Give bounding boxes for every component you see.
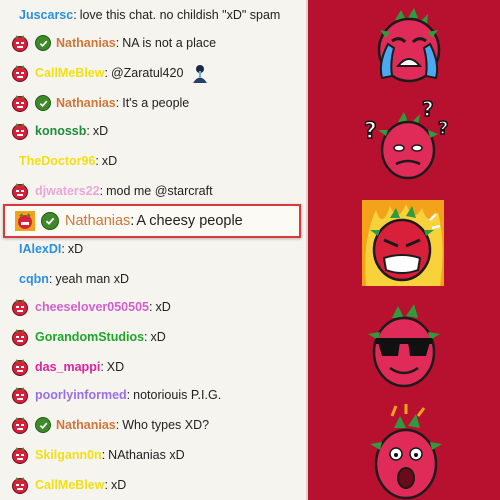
chat-message-text: love this chat. no childish "xD" spam	[79, 8, 281, 22]
angry-dragonfruit-emote[interactable]	[362, 200, 444, 286]
username-separator: :	[73, 8, 77, 22]
chat-message[interactable]: TheDoctor96: xD	[0, 146, 306, 176]
user-avatar-icon	[12, 299, 28, 316]
username-separator: :	[144, 330, 148, 344]
chat-username[interactable]: konossb	[35, 124, 86, 138]
username-separator: :	[99, 184, 104, 198]
chat-message[interactable]: Nathanias: NA is not a place	[0, 28, 306, 58]
chat-message[interactable]: cqbn: yeah man xD	[0, 264, 306, 294]
username-separator: :	[101, 448, 106, 462]
moderator-badge-icon	[41, 212, 59, 230]
user-avatar-icon	[15, 211, 35, 231]
user-avatar-icon	[12, 123, 28, 140]
chat-message[interactable]: Juscarsc: love this chat. no childish "xD…	[0, 0, 306, 30]
chat-panel: Juscarsc: love this chat. no childish "xD…	[0, 0, 306, 500]
chat-message-text: Who types XD?	[122, 418, 210, 432]
user-avatar-icon	[12, 359, 28, 376]
chat-username[interactable]: das_mappi	[35, 360, 100, 374]
chat-username[interactable]: cheeselover050505	[35, 300, 149, 314]
chat-message[interactable]: das_mappi: XD	[0, 352, 306, 382]
chat-message-text: xD	[67, 242, 84, 256]
chat-username[interactable]: Nathanias	[56, 96, 116, 110]
chat-message[interactable]: Nathanias: It's a people	[0, 88, 306, 118]
username-separator: :	[95, 154, 99, 168]
username-separator: :	[126, 388, 131, 402]
confused-dragonfruit-emote[interactable]: ? ? ?	[358, 98, 458, 190]
chat-message[interactable]: poorlyinformed: notoriouis P.I.G.	[0, 380, 306, 410]
user-avatar-icon	[12, 417, 28, 434]
chat-username[interactable]: CallMeBlew	[35, 66, 104, 80]
chat-username[interactable]: djwaters22	[35, 184, 100, 198]
chat-username[interactable]: Juscarsc	[19, 8, 73, 22]
chat-message[interactable]: Skilgann0n: NAthanias xD	[0, 440, 306, 470]
moderator-badge-icon	[35, 417, 51, 433]
username-separator: :	[104, 478, 108, 492]
user-avatar-icon	[12, 447, 28, 464]
user-avatar-icon	[12, 183, 28, 200]
chat-message-text: notoriouis P.I.G.	[133, 388, 222, 402]
chat-message[interactable]: cheeselover050505: xD	[0, 292, 306, 322]
chat-username[interactable]: Skilgann0n	[35, 448, 102, 462]
chat-username[interactable]: Nathanias	[56, 418, 116, 432]
svg-text:?: ?	[422, 98, 434, 121]
chat-username[interactable]: CallMeBlew	[35, 478, 104, 492]
chat-message-text: xD	[155, 300, 171, 314]
chat-message-text: @Zaratul420	[110, 66, 184, 80]
chat-username[interactable]: Nathanias	[56, 36, 116, 50]
chat-emote-icon	[193, 65, 208, 83]
chat-message-text: xD	[150, 330, 166, 344]
username-separator: :	[86, 124, 90, 138]
chat-message[interactable]: GorandomStudios: xD	[0, 322, 306, 352]
sunglasses-dragonfruit-emote[interactable]	[364, 300, 444, 394]
chat-username[interactable]: poorlyinformed	[35, 388, 127, 402]
user-avatar-icon	[12, 329, 28, 346]
username-separator: :	[100, 360, 104, 374]
chat-message[interactable]: konossb: xD	[0, 116, 306, 146]
shocked-dragonfruit-emote[interactable]	[366, 404, 446, 500]
highlighted-username[interactable]: Nathanias	[65, 213, 130, 229]
user-avatar-icon	[12, 35, 28, 52]
chat-username[interactable]: TheDoctor96	[19, 154, 95, 168]
user-avatar-icon	[12, 65, 28, 82]
user-avatar-icon	[12, 477, 28, 494]
username-separator: :	[148, 300, 153, 314]
chat-username[interactable]: IAlexDI	[19, 242, 61, 256]
chat-message[interactable]: Nathanias: Who types XD?	[0, 410, 306, 440]
chat-message-text: NA is not a place	[122, 36, 217, 50]
chat-message-text: xD	[110, 478, 127, 492]
moderator-badge-icon	[35, 95, 51, 111]
chat-message-text: XD	[106, 360, 125, 374]
username-separator: :	[115, 36, 120, 50]
chat-message[interactable]: CallMeBlew: xD	[0, 470, 306, 500]
crying-dragonfruit-emote[interactable]	[370, 8, 448, 86]
username-separator: :	[104, 66, 108, 80]
chat-message-text: yeah man xD	[55, 272, 129, 286]
svg-text:?: ?	[438, 118, 448, 139]
username-separator: :	[115, 418, 120, 432]
username-separator: :	[48, 272, 53, 286]
chat-message-text: mod me @starcraft	[106, 184, 213, 198]
chat-message[interactable]: IAlexDI: xD	[0, 234, 306, 264]
username-separator: :	[115, 96, 120, 110]
chat-username[interactable]: cqbn	[19, 272, 49, 286]
chat-message[interactable]: CallMeBlew: @Zaratul420	[0, 58, 306, 88]
emote-panel: ? ? ?	[308, 0, 500, 500]
chat-message-text: It's a people	[122, 96, 190, 110]
chat-message[interactable]: djwaters22: mod me @starcraft	[0, 176, 306, 206]
moderator-badge-icon	[35, 35, 51, 51]
chat-message-text: NAthanias xD	[108, 448, 185, 462]
username-separator: :	[130, 213, 135, 229]
user-avatar-icon	[12, 387, 28, 404]
user-avatar-icon	[12, 95, 28, 112]
highlighted-message-text: A cheesy people	[136, 213, 243, 229]
chat-message-text: xD	[92, 124, 109, 138]
chat-username[interactable]: GorandomStudios	[35, 330, 144, 344]
svg-text:?: ?	[364, 119, 377, 144]
highlighted-message[interactable]: Nathanias : A cheesy people	[3, 204, 301, 238]
chat-message-text: xD	[101, 154, 118, 168]
username-separator: :	[61, 242, 65, 256]
